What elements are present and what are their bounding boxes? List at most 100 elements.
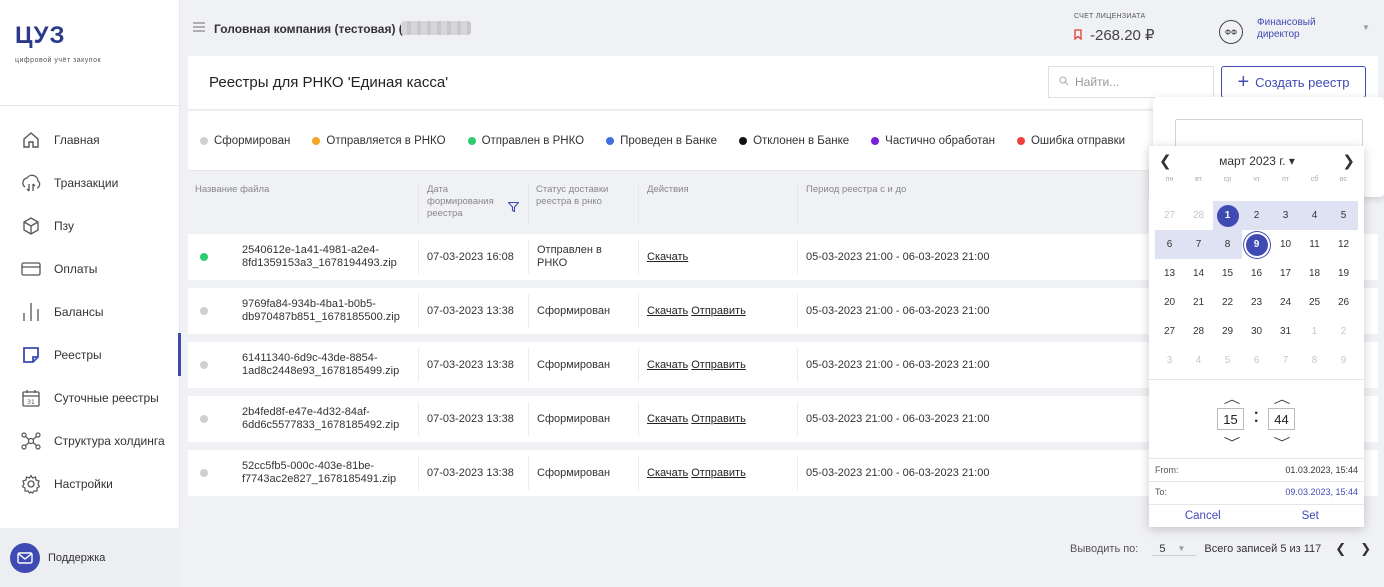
calendar-day[interactable]: 9 — [1242, 230, 1271, 259]
calendar-day[interactable]: 28 — [1184, 317, 1213, 346]
calendar-day[interactable]: 7 — [1271, 346, 1300, 375]
next-page-button[interactable]: ❯ — [1360, 541, 1371, 557]
sidebar-item[interactable]: Структура холдинга — [0, 419, 180, 462]
calendar-day[interactable]: 1 — [1213, 201, 1242, 230]
download-link[interactable]: Скачать — [647, 359, 688, 371]
user-role[interactable]: Финансовый директор — [1257, 17, 1337, 41]
page-title: Реестры для РНКО 'Единая касса' — [209, 74, 449, 91]
calendar-day[interactable]: 26 — [1329, 288, 1358, 317]
cell-divider — [797, 240, 798, 274]
status-dot — [200, 415, 208, 423]
registry-period: 05-03-2023 21:00 - 06-03-2023 21:00 — [806, 305, 990, 317]
header-file: Название файла — [195, 184, 270, 195]
prev-page-button[interactable]: ❮ — [1335, 541, 1346, 557]
calendar-day[interactable]: 5 — [1213, 346, 1242, 375]
calendar-day[interactable]: 3 — [1155, 346, 1184, 375]
next-month-button[interactable]: ❯ — [1342, 152, 1355, 170]
hour-input[interactable]: 15 — [1217, 408, 1244, 430]
minute-up-button[interactable]: ︿ — [1274, 390, 1291, 407]
cancel-button[interactable]: Cancel — [1149, 505, 1257, 527]
sidebar-item[interactable]: Реестры — [0, 333, 181, 376]
download-link[interactable]: Скачать — [647, 467, 688, 479]
calendar-day[interactable]: 19 — [1329, 259, 1358, 288]
calendar-day[interactable]: 12 — [1329, 230, 1358, 259]
calendar-day[interactable]: 2 — [1242, 201, 1271, 230]
calendar-day[interactable]: 29 — [1213, 317, 1242, 346]
download-link[interactable]: Скачать — [647, 413, 688, 425]
calendar-day[interactable]: 4 — [1300, 201, 1329, 230]
calendar-day[interactable]: 11 — [1300, 230, 1329, 259]
file-name: 52cc5fb5-000c-403e-81be-f7743ac2e827_167… — [242, 460, 397, 485]
menu-icon[interactable] — [193, 21, 205, 35]
send-link[interactable]: Отправить — [691, 359, 746, 371]
support-label: Поддержка — [48, 551, 106, 564]
send-link[interactable]: Отправить — [691, 467, 746, 479]
cell-divider — [797, 294, 798, 328]
date-range-input[interactable] — [1175, 119, 1363, 147]
pagination: Выводить по: 5 ▼ Всего записей 5 из 117 … — [1070, 541, 1371, 557]
download-link[interactable]: Скачать — [647, 305, 688, 317]
create-registry-button[interactable]: + Создать реестр — [1221, 66, 1366, 98]
send-link[interactable]: Отправить — [691, 305, 746, 317]
calendar-day[interactable]: 16 — [1242, 259, 1271, 288]
calendar-day[interactable]: 30 — [1242, 317, 1271, 346]
calendar-day[interactable]: 20 — [1155, 288, 1184, 317]
calendar-day[interactable]: 27 — [1155, 201, 1184, 230]
sidebar-item[interactable]: Настройки — [0, 462, 180, 505]
sidebar-item-label: Настройки — [54, 476, 113, 491]
calendar-day[interactable]: 14 — [1184, 259, 1213, 288]
file-name: 61411340-6d9c-43de-8854-1ad8c2448e93_167… — [242, 352, 400, 377]
calendar-day[interactable]: 28 — [1184, 201, 1213, 230]
calendar-day[interactable]: 9 — [1329, 346, 1358, 375]
month-select[interactable]: март 2023 г. ▾ — [1219, 154, 1295, 168]
cell-divider — [528, 456, 529, 490]
calendar-day[interactable]: 8 — [1300, 346, 1329, 375]
minute-down-button[interactable]: ﹀ — [1274, 434, 1291, 451]
sidebar-item[interactable]: Транзакции — [0, 161, 180, 204]
calendar-day[interactable]: 7 — [1184, 230, 1213, 259]
calendar-day[interactable]: 27 — [1155, 317, 1184, 346]
calendar-day[interactable]: 17 — [1271, 259, 1300, 288]
minute-input[interactable]: 44 — [1268, 408, 1295, 430]
calendar-day[interactable]: 5 — [1329, 201, 1358, 230]
calendar-day[interactable]: 8 — [1213, 230, 1242, 259]
header-actions: Действия — [647, 184, 689, 195]
calendar-day[interactable]: 21 — [1184, 288, 1213, 317]
calendar-day[interactable]: 6 — [1242, 346, 1271, 375]
avatar[interactable]: ФФ — [1219, 20, 1243, 44]
calendar-day[interactable]: 10 — [1271, 230, 1300, 259]
company-name[interactable]: Головная компания (тестовая) (79 — [214, 22, 416, 36]
hour-down-button[interactable]: ﹀ — [1224, 434, 1241, 451]
filter-icon[interactable] — [507, 201, 520, 215]
sidebar-item[interactable]: 31 Суточные реестры — [0, 376, 180, 419]
calendar-day[interactable]: 22 — [1213, 288, 1242, 317]
hour-up-button[interactable]: ︿ — [1224, 390, 1241, 407]
calendar-day[interactable]: 3 — [1271, 201, 1300, 230]
search-input[interactable]: Найти... — [1048, 66, 1214, 98]
legend-label: Отправляется в РНКО — [326, 134, 446, 147]
calendar-day[interactable]: 4 — [1184, 346, 1213, 375]
send-link[interactable]: Отправить — [691, 413, 746, 425]
calendar-day[interactable]: 1 — [1300, 317, 1329, 346]
calendar-day[interactable]: 18 — [1300, 259, 1329, 288]
prev-month-button[interactable]: ❮ — [1159, 152, 1172, 170]
plus-icon: + — [1237, 71, 1250, 93]
calendar-day[interactable]: 23 — [1242, 288, 1271, 317]
support-button[interactable]: Поддержка — [0, 528, 180, 587]
calendar-day[interactable]: 15 — [1213, 259, 1242, 288]
calendar-day[interactable]: 2 — [1329, 317, 1358, 346]
calendar-day[interactable]: 31 — [1271, 317, 1300, 346]
sidebar-item[interactable]: Оплаты — [0, 247, 180, 290]
sidebar-item[interactable]: Пзу — [0, 204, 180, 247]
calendar-day[interactable]: 25 — [1300, 288, 1329, 317]
download-link[interactable]: Скачать — [647, 251, 688, 263]
sidebar-item[interactable]: Главная — [0, 118, 180, 161]
chevron-down-icon[interactable]: ▼ — [1362, 23, 1370, 32]
calendar-day[interactable]: 13 — [1155, 259, 1184, 288]
calendar-day[interactable]: 6 — [1155, 230, 1184, 259]
calendar-day[interactable]: 24 — [1271, 288, 1300, 317]
set-button[interactable]: Set — [1257, 505, 1365, 527]
sidebar-item[interactable]: Балансы — [0, 290, 180, 333]
file-name: 9769fa84-934b-4ba1-b0b5-db970487b851_167… — [242, 298, 400, 323]
per-page-select[interactable]: 5 ▼ — [1152, 543, 1197, 556]
